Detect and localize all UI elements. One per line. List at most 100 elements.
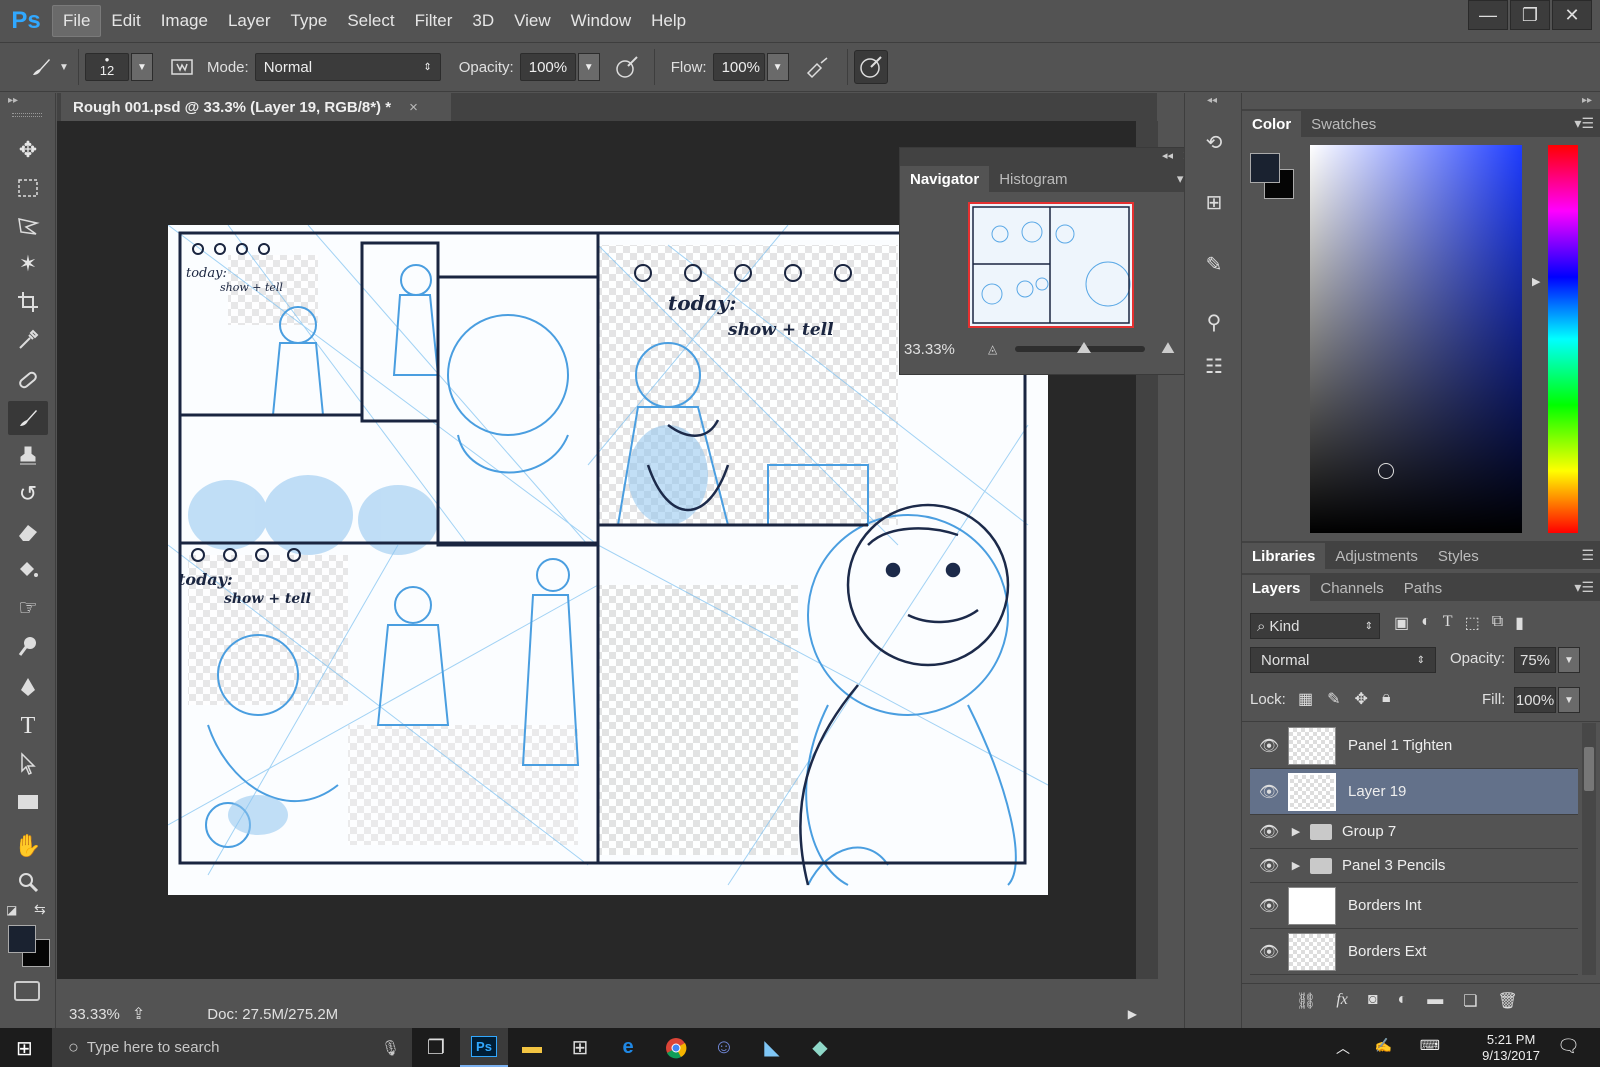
grip-icon[interactable] <box>12 113 42 117</box>
mode-select[interactable]: Normal ⇕ <box>254 53 441 81</box>
tray-chevron-icon[interactable]: ︿ <box>1336 1038 1350 1058</box>
layer-row[interactable]: 👁︎ Borders Int <box>1250 883 1578 929</box>
lock-all-icon[interactable]: 🔒︎ <box>1382 689 1391 709</box>
eraser-icon[interactable] <box>8 515 48 549</box>
color-foreground-swatch[interactable] <box>1250 153 1280 183</box>
lock-transparent-icon[interactable]: ▦ <box>1298 689 1313 709</box>
pressure-size-icon[interactable] <box>853 50 888 84</box>
new-adjustment-layer-icon[interactable]: ◐ <box>1398 991 1408 1011</box>
healing-brush-icon[interactable] <box>8 363 48 397</box>
layers-scrollbar[interactable] <box>1582 723 1596 975</box>
document-tab[interactable]: Rough 001.psd @ 33.3% (Layer 19, RGB/8*)… <box>61 93 451 121</box>
task-view-icon[interactable]: ❐ <box>412 1028 460 1067</box>
quick-mask-icon[interactable] <box>14 981 40 1001</box>
slider-thumb[interactable] <box>1077 342 1092 353</box>
tab-histogram[interactable]: Histogram <box>989 166 1077 192</box>
keyboard-icon[interactable]: ⌨ <box>1420 1037 1440 1054</box>
properties-panel-icon[interactable]: ⊞ <box>1199 187 1229 217</box>
status-zoom[interactable]: 33.33% <box>69 1006 120 1023</box>
layer-row[interactable]: 👁︎ Layer 19 <box>1250 769 1578 815</box>
fill-input[interactable]: 100% <box>1514 687 1556 713</box>
tab-layers[interactable]: Layers <box>1242 575 1311 601</box>
tab-styles[interactable]: Styles <box>1428 543 1489 569</box>
microphone-icon[interactable]: 🎙︎ <box>381 1039 400 1057</box>
color-spectrum-field[interactable] <box>1310 145 1522 533</box>
new-layer-icon[interactable]: ❏ <box>1463 991 1477 1011</box>
tab-paths[interactable]: Paths <box>1394 575 1452 601</box>
hue-slider[interactable] <box>1548 145 1578 533</box>
menu-layer[interactable]: Layer <box>218 5 281 37</box>
collapse-arrows-icon[interactable]: ▸▸ <box>8 95 18 106</box>
visibility-eye-icon[interactable]: 👁︎ <box>1250 942 1288 962</box>
hand-tool-icon[interactable]: ✋ <box>8 829 48 863</box>
close-document-icon[interactable]: × <box>409 99 418 116</box>
filter-toggle-icon[interactable]: ▮ <box>1515 613 1524 633</box>
layers-panel-menu-icon[interactable]: ▾☰ <box>1574 579 1594 596</box>
filter-pixel-icon[interactable]: ▣ <box>1394 613 1409 633</box>
filter-shape-icon[interactable]: ⬚ <box>1465 613 1480 633</box>
layer-opacity-dropdown[interactable]: ▼ <box>1558 647 1580 673</box>
foreground-color-swatch[interactable] <box>8 925 36 953</box>
adjustments-icon[interactable]: ☷ <box>1199 351 1229 381</box>
layer-filter-select[interactable]: ⌕ Kind ⇕ <box>1250 613 1380 639</box>
paint-bucket-icon[interactable] <box>8 553 48 587</box>
delete-layer-icon[interactable]: 🗑︎ <box>1498 991 1518 1011</box>
scrollbar-thumb[interactable] <box>1584 747 1594 791</box>
airbrush-icon[interactable] <box>803 52 833 82</box>
menu-3d[interactable]: 3D <box>462 5 504 37</box>
visibility-eye-icon[interactable]: 👁︎ <box>1250 736 1288 756</box>
brush-preset-dropdown-icon[interactable]: ▼ <box>56 52 72 82</box>
tab-libraries[interactable]: Libraries <box>1242 543 1326 569</box>
tab-channels[interactable]: Channels <box>1310 575 1393 601</box>
path-select-icon[interactable] <box>8 747 48 781</box>
lock-position-icon[interactable]: ✥ <box>1355 689 1368 709</box>
brush-panel-icon[interactable] <box>167 52 197 82</box>
app-icon[interactable]: ◣ <box>748 1028 796 1067</box>
libraries-panel-menu-icon[interactable]: ☰ <box>1581 547 1594 564</box>
visibility-eye-icon[interactable]: 👁︎ <box>1250 822 1288 842</box>
lasso-tool-icon[interactable] <box>8 209 48 243</box>
swap-colors-icon[interactable]: ⇆ <box>34 901 46 918</box>
layer-row[interactable]: 👁︎ Borders Ext <box>1250 929 1578 975</box>
layer-blend-mode-select[interactable]: Normal ⇕ <box>1250 647 1436 673</box>
file-explorer-icon[interactable]: ▬ <box>508 1028 556 1067</box>
minimize-button[interactable]: — <box>1468 0 1508 30</box>
menu-edit[interactable]: Edit <box>101 5 150 37</box>
brush-preset-icon[interactable] <box>26 52 56 82</box>
flow-input[interactable]: 100% <box>712 53 765 81</box>
filter-adjustment-icon[interactable]: ◐ <box>1421 613 1431 633</box>
eyedropper-icon[interactable] <box>8 323 48 357</box>
dodge-tool-icon[interactable] <box>8 629 48 663</box>
brush-settings-icon[interactable]: ✎ <box>1199 249 1229 279</box>
flow-dropdown[interactable]: ▼ <box>766 53 789 81</box>
tab-adjustments[interactable]: Adjustments <box>1325 543 1428 569</box>
menu-filter[interactable]: Filter <box>405 5 463 37</box>
layer-style-fx-icon[interactable]: fx <box>1336 991 1348 1011</box>
discord-icon[interactable]: ☺ <box>700 1028 748 1067</box>
zoom-in-icon[interactable]: ⛰ <box>1161 340 1174 358</box>
brush-size-picker[interactable]: ● 12 <box>85 53 129 81</box>
close-window-button[interactable]: ✕ <box>1552 0 1592 30</box>
add-mask-icon[interactable]: ◙ <box>1368 991 1378 1011</box>
menu-type[interactable]: Type <box>280 5 337 37</box>
hue-slider-arrow-icon[interactable]: ▶ <box>1532 275 1540 288</box>
menu-help[interactable]: Help <box>641 5 696 37</box>
layer-row[interactable]: 👁︎ Panel 1 Tighten <box>1250 723 1578 769</box>
chrome-icon[interactable] <box>652 1028 700 1067</box>
menu-window[interactable]: Window <box>561 5 641 37</box>
export-icon[interactable]: ⇪ <box>132 1004 145 1024</box>
magic-wand-icon[interactable]: ✶ <box>8 247 48 281</box>
tab-navigator[interactable]: Navigator <box>900 166 990 192</box>
expand-dock-icon[interactable]: ◂◂ <box>1207 95 1217 106</box>
taskbar-search-box[interactable]: ○ Type here to search 🎙︎ <box>52 1028 412 1067</box>
app-icon-2[interactable]: ◆ <box>796 1028 844 1067</box>
status-menu-arrow-icon[interactable]: ▶ <box>1128 1007 1137 1021</box>
fill-dropdown[interactable]: ▼ <box>1558 687 1580 713</box>
brush-size-dropdown[interactable]: ▼ <box>131 53 153 81</box>
expand-group-icon[interactable]: ▶ <box>1288 825 1304 838</box>
link-layers-icon[interactable]: ⛓ <box>1296 991 1316 1011</box>
pen-tray-icon[interactable]: ✍ <box>1375 1037 1392 1054</box>
pressure-opacity-icon[interactable] <box>612 52 642 82</box>
navigator-titlebar[interactable]: ◂◂ ✕ <box>900 148 1201 166</box>
menu-view[interactable]: View <box>504 5 561 37</box>
